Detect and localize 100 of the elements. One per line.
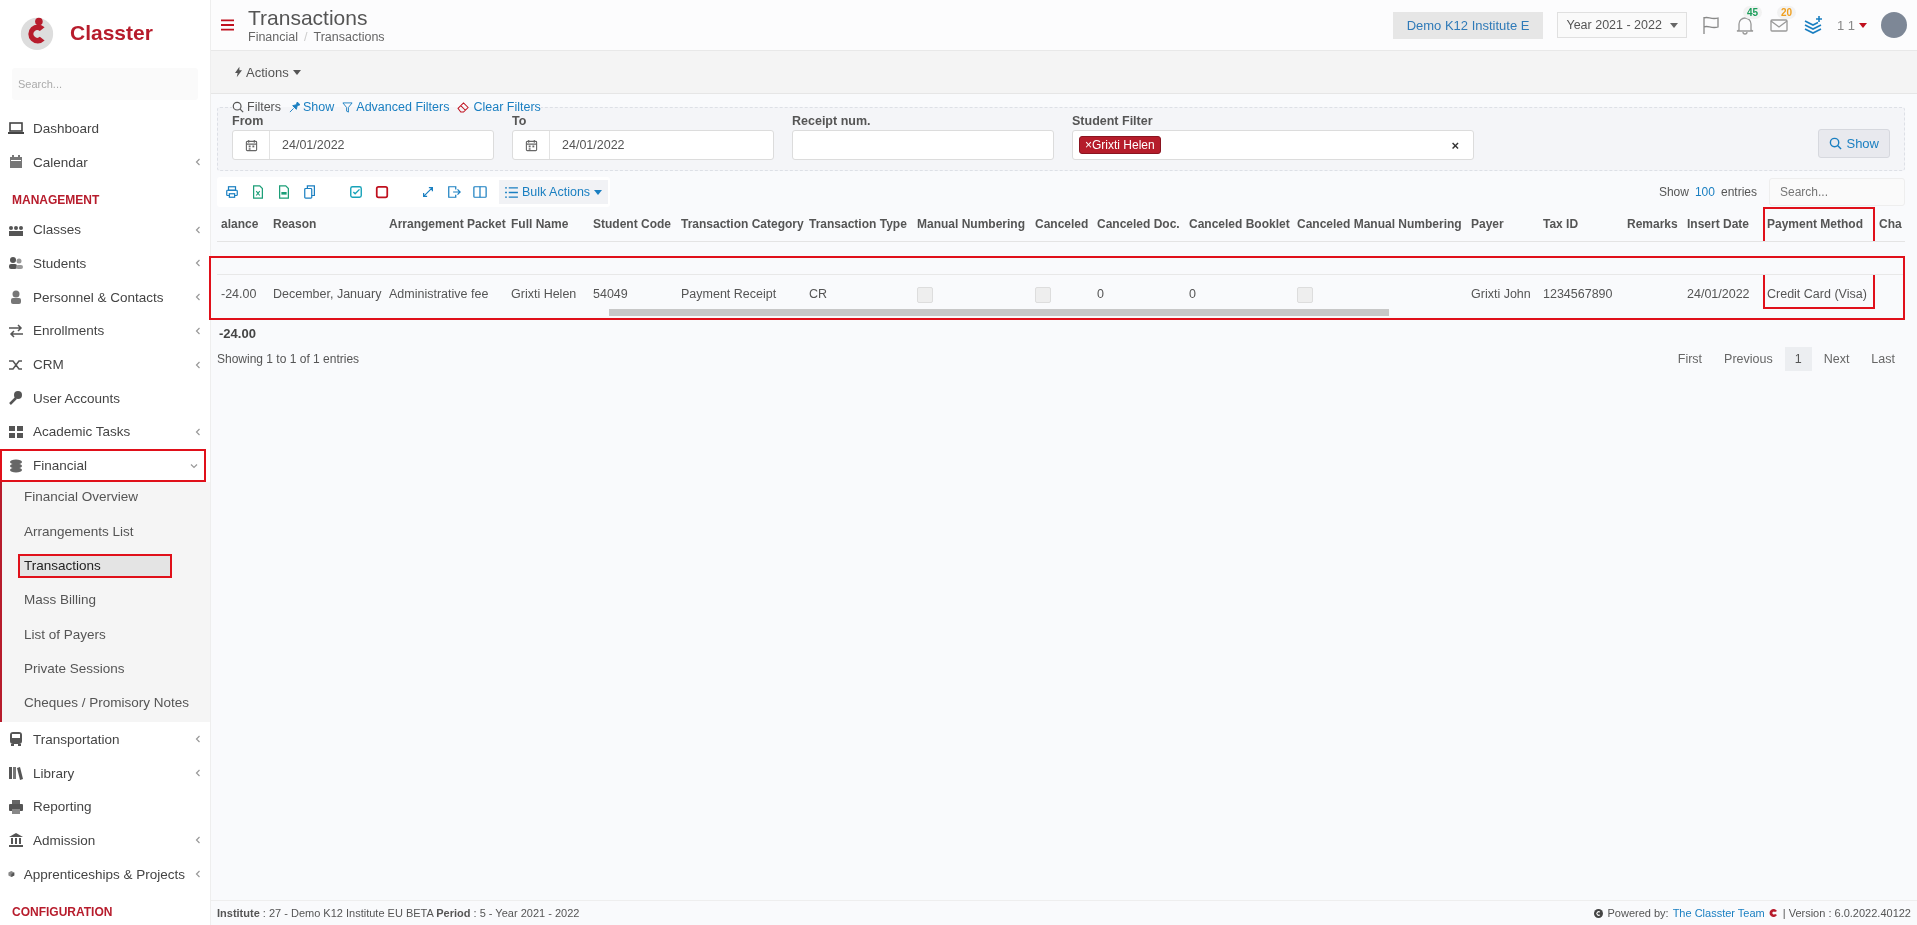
submenu-item[interactable]: Financial Overview	[18, 485, 172, 510]
submenu-item[interactable]: Transactions	[18, 554, 172, 578]
column-header[interactable]: Reason	[269, 207, 385, 241]
column-header[interactable]: Canceled Manual Numbering	[1293, 207, 1467, 241]
chevron-icon	[194, 870, 202, 879]
columns-icon[interactable]	[473, 185, 487, 199]
search-field[interactable]: Search...	[12, 68, 198, 100]
notification-badge: 45	[1742, 6, 1763, 19]
printer-icon	[8, 798, 24, 815]
clear-button[interactable]: ×	[1451, 137, 1459, 153]
bulk-actions-button[interactable]: Bulk Actions	[499, 180, 609, 204]
column-header[interactable]: Payment Method	[1763, 207, 1875, 241]
pagination-button[interactable]: Last	[1861, 347, 1905, 371]
receipt-number-field[interactable]	[792, 130, 1054, 160]
caret-icon	[1669, 22, 1678, 28]
filter-link[interactable]: Show	[289, 100, 335, 114]
column-header[interactable]: Tax ID	[1539, 207, 1623, 241]
column-header[interactable]: Transaction Type	[805, 207, 913, 241]
sidebar-item[interactable]: Dashboard	[0, 111, 210, 146]
search-field[interactable]: Search...	[1769, 178, 1905, 206]
breadcrumb-item[interactable]: Financial	[248, 30, 299, 44]
sidebar-item[interactable]: Enrollments	[0, 313, 210, 348]
year-select[interactable]: Year 2021 - 2022	[1557, 12, 1687, 38]
column-header[interactable]: Transaction Category	[677, 207, 805, 241]
sidebar-item[interactable]: Transportation	[0, 722, 210, 757]
column-header[interactable]: Canceled Booklet	[1185, 207, 1293, 241]
column-header[interactable]: Insert Date	[1683, 207, 1763, 241]
chevron-icon	[194, 259, 202, 268]
checkbox[interactable]	[1297, 287, 1313, 303]
submenu-item[interactable]: Arrangements List	[18, 519, 172, 544]
bell-icon[interactable]	[1734, 15, 1755, 35]
spreadsheet-icon[interactable]	[251, 185, 265, 199]
flag-icon[interactable]	[1700, 15, 1721, 35]
sidebar-item[interactable]: User Accounts	[0, 381, 210, 416]
submenu-item[interactable]: Private Sessions	[18, 656, 172, 681]
table-cell-text: 0	[1096, 286, 1105, 303]
list-icon	[505, 186, 518, 198]
student-tag[interactable]: ×Grixti Helen	[1079, 136, 1161, 154]
column-header[interactable]: Arrangement Packet	[385, 207, 507, 241]
total-amount: -24.00	[218, 325, 257, 343]
column-header[interactable]: Student Code	[589, 207, 677, 241]
checkbox[interactable]	[917, 287, 933, 303]
pagination-button[interactable]: Previous	[1714, 347, 1783, 371]
copyright-icon	[1594, 908, 1604, 918]
team-link[interactable]: The Classter Team	[1672, 907, 1765, 919]
copy-icon[interactable]	[303, 185, 317, 199]
avatar[interactable]	[1881, 12, 1907, 38]
user-name[interactable]: 1 1	[1836, 17, 1855, 33]
field-label: To	[512, 114, 528, 128]
sidebar-item[interactable]: Admission	[0, 823, 210, 858]
column-header[interactable]: Full Name	[507, 207, 589, 241]
entries-label: entries	[1720, 185, 1757, 199]
column-header[interactable]: Manual Numbering	[913, 207, 1031, 241]
sidebar-item[interactable]: CRM	[0, 347, 210, 382]
sidebar-item[interactable]: Library	[0, 756, 210, 790]
pagination-button[interactable]: First	[1667, 347, 1713, 371]
sidebar-item[interactable]: Apprenticeships & Projects	[0, 857, 210, 891]
column-header[interactable]: Canceled	[1031, 207, 1093, 241]
submenu-item[interactable]: Cheques / Promisory Notes	[18, 691, 196, 716]
filter-link[interactable]: Advanced Filters	[342, 100, 450, 114]
expand-icon[interactable]	[421, 185, 435, 199]
date-field[interactable]: 24/01/2022	[232, 130, 494, 160]
column-header[interactable]: Remarks	[1623, 207, 1683, 241]
sidebar-item[interactable]: Students	[0, 246, 210, 281]
checkbox[interactable]	[1035, 287, 1051, 303]
institute-button[interactable]: Demo K12 Institute E	[1392, 11, 1544, 39]
file-icon[interactable]	[277, 185, 291, 199]
sidebar-item[interactable]: Financial	[0, 448, 206, 483]
chevron-icon	[194, 836, 202, 845]
sidebar-item[interactable]: Personnel & Contacts	[0, 280, 210, 314]
submenu-item[interactable]: List of Payers	[18, 622, 172, 647]
sidebar-item[interactable]: Classes	[0, 212, 210, 247]
export-icon[interactable]	[447, 185, 461, 199]
date-field[interactable]: 24/01/2022	[512, 130, 774, 160]
section-heading: MANAGEMENT	[11, 191, 101, 209]
square-icon[interactable]	[375, 185, 389, 199]
pagination-button[interactable]: 1	[1784, 347, 1812, 371]
footer-info: Institute : 27 - Demo K12 Institute EU BETA Period : 5 - Year 2021 - 2022	[217, 907, 580, 919]
page-length-select[interactable]: 100	[1694, 185, 1715, 199]
column-header[interactable]: Cha	[1875, 207, 1909, 241]
sidebar-item[interactable]: Academic Tasks	[0, 415, 210, 449]
column-header[interactable]: Payer	[1467, 207, 1539, 241]
sidebar-item[interactable]: Calendar	[0, 145, 210, 179]
check-square-icon[interactable]	[349, 185, 363, 199]
layers-plus-icon[interactable]	[1802, 15, 1823, 35]
sidebar-item[interactable]: Reporting	[0, 789, 210, 824]
print-icon[interactable]	[225, 185, 239, 199]
filter-link[interactable]: Clear Filters	[457, 100, 541, 114]
funnel-icon	[342, 101, 354, 113]
actions-button[interactable]: Actions	[229, 63, 307, 81]
chevron-icon	[194, 360, 202, 369]
show-button[interactable]: Show	[1818, 129, 1890, 158]
column-header[interactable]: alance	[217, 207, 269, 241]
scrollbar-thumb[interactable]	[609, 309, 1389, 316]
building-icon	[8, 832, 24, 849]
breadcrumb-item: Transactions	[313, 30, 385, 44]
submenu-item[interactable]: Mass Billing	[18, 588, 172, 613]
pagination-button[interactable]: Next	[1813, 347, 1860, 371]
menu-icon[interactable]	[221, 19, 234, 31]
column-header[interactable]: Canceled Doc.	[1093, 207, 1185, 241]
